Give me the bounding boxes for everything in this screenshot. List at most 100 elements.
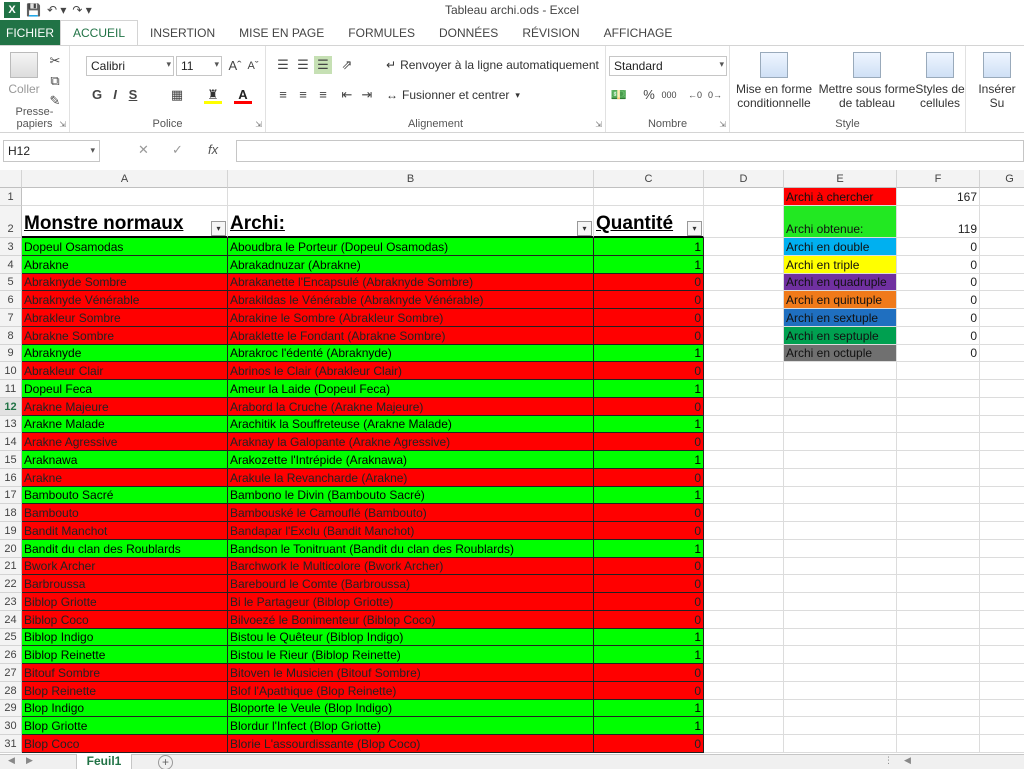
grid-cell[interactable] xyxy=(784,522,897,540)
align-top-icon[interactable]: ☰ xyxy=(274,56,292,74)
cell-a31[interactable]: Blop Coco xyxy=(22,735,228,753)
grow-font-icon[interactable]: Aˆ xyxy=(226,57,244,75)
cell-a15[interactable]: Araknawa xyxy=(22,451,228,469)
cell-a9[interactable]: Abraknyde xyxy=(22,344,228,363)
row-header-17[interactable]: 17 xyxy=(0,486,22,505)
cell-a20[interactable]: Bandit du clan des Roublards xyxy=(22,539,228,558)
grid-cell[interactable] xyxy=(980,611,1024,629)
grid-cell[interactable] xyxy=(980,291,1024,309)
grid-cell[interactable] xyxy=(784,468,897,487)
cell-c17[interactable]: 1 xyxy=(594,486,704,505)
row-header-7[interactable]: 7 xyxy=(0,309,22,327)
align-middle-icon[interactable]: ☰ xyxy=(294,56,312,74)
grid-cell[interactable] xyxy=(704,451,784,469)
alignment-launcher-icon[interactable]: ⇲ xyxy=(595,120,602,129)
grid-cell[interactable] xyxy=(897,664,980,682)
scroll-options-icon[interactable]: ⋮ xyxy=(884,755,893,766)
thousands-button[interactable]: 000 xyxy=(658,86,680,104)
grid-cell[interactable] xyxy=(980,433,1024,451)
filter-dropdown-icon[interactable]: ▾ xyxy=(577,221,592,236)
summary-label-4[interactable]: Archi en triple xyxy=(784,255,897,274)
summary-value-9[interactable]: 0 xyxy=(897,344,980,363)
cell-a30[interactable]: Blop Griotte xyxy=(22,717,228,735)
row-header-3[interactable]: 3 xyxy=(0,238,22,256)
cell-b23[interactable]: Bi le Partageur (Biblop Griotte) xyxy=(228,593,594,611)
row-header-2[interactable]: 2 xyxy=(0,206,22,238)
number-format-select[interactable]: Standard ▾ xyxy=(609,56,727,76)
grid-cell[interactable] xyxy=(704,468,784,487)
grid-cell[interactable] xyxy=(980,682,1024,700)
cell-c7[interactable]: 0 xyxy=(594,309,704,327)
merge-center-button[interactable]: ↔ Fusionner et centrer ▾ xyxy=(386,88,520,102)
grid-cell[interactable] xyxy=(704,255,784,274)
cell-c23[interactable]: 0 xyxy=(594,593,704,611)
cell-c22[interactable]: 0 xyxy=(594,575,704,593)
grid-cell[interactable] xyxy=(784,539,897,558)
grid-cell[interactable] xyxy=(704,380,784,398)
grid-cell[interactable] xyxy=(980,558,1024,576)
grid-cell[interactable] xyxy=(980,256,1024,274)
column-header-e[interactable]: E xyxy=(784,170,897,188)
cell-styles-button[interactable]: Styles de cellules xyxy=(914,52,966,110)
align-left-icon[interactable]: ≡ xyxy=(274,86,292,104)
grid-cell[interactable] xyxy=(980,238,1024,256)
increase-indent-icon[interactable]: ⇥ xyxy=(358,86,376,104)
grid-cell[interactable] xyxy=(897,539,980,558)
grid-cell[interactable] xyxy=(784,628,897,647)
summary-label-6[interactable]: Archi en quintuple xyxy=(784,291,897,309)
grid-cell[interactable] xyxy=(784,380,897,398)
cell-b12[interactable]: Arabord la Cruche (Arakne Majeure) xyxy=(228,397,594,416)
grid-cell[interactable] xyxy=(704,415,784,434)
cell-b29[interactable]: Bloporte le Veule (Blop Indigo) xyxy=(228,699,594,718)
grid-cell[interactable] xyxy=(704,522,784,540)
grid-cell[interactable] xyxy=(704,486,784,505)
prev-sheet-icon[interactable]: ◀ xyxy=(8,755,15,766)
grid-cell[interactable] xyxy=(784,362,897,380)
grid-cell[interactable] xyxy=(704,397,784,416)
cell-a14[interactable]: Arakne Agressive xyxy=(22,433,228,451)
summary-value-5[interactable]: 0 xyxy=(897,273,980,292)
cell-b30[interactable]: Blordur l'Infect (Blop Griotte) xyxy=(228,717,594,735)
grid-cell[interactable] xyxy=(980,522,1024,540)
column-header-b[interactable]: B xyxy=(228,170,594,188)
summary-label-8[interactable]: Archi en septuple xyxy=(784,326,897,345)
grid-cell[interactable] xyxy=(897,362,980,380)
cell-b9[interactable]: Abrakroc l'édenté (Abraknyde) xyxy=(228,344,594,363)
cell-c16[interactable]: 0 xyxy=(594,468,704,487)
cell-b6[interactable]: Abrakildas le Vénérable (Abraknyde Vénér… xyxy=(228,291,594,309)
row-header-6[interactable]: 6 xyxy=(0,291,22,309)
row-header-10[interactable]: 10 xyxy=(0,362,22,380)
cell-a3[interactable]: Dopeul Osamodas xyxy=(22,238,228,256)
font-color-icon[interactable]: A xyxy=(234,86,252,104)
grid-cell[interactable] xyxy=(897,610,980,629)
cell-a17[interactable]: Bambouto Sacré xyxy=(22,486,228,505)
grid-cell[interactable] xyxy=(784,415,897,434)
cell-c31[interactable]: 0 xyxy=(594,735,704,753)
grid-cell[interactable] xyxy=(704,539,784,558)
summary-value-1[interactable]: 167 xyxy=(897,188,980,206)
grid-cell[interactable] xyxy=(228,188,594,206)
cell-b20[interactable]: Bandson le Tonitruant (Bandit du clan de… xyxy=(228,539,594,558)
grid-cell[interactable] xyxy=(980,416,1024,434)
cell-b25[interactable]: Bistou le Quêteur (Biblop Indigo) xyxy=(228,628,594,647)
borders-icon[interactable]: ▦ xyxy=(168,86,186,104)
row-header-13[interactable]: 13 xyxy=(0,415,22,434)
grid-cell[interactable] xyxy=(897,557,980,576)
cell-b15[interactable]: Arakozette l'Intrépide (Araknawa) xyxy=(228,451,594,469)
cell-b18[interactable]: Bambouské le Camouflé (Bambouto) xyxy=(228,504,594,522)
grid-cell[interactable] xyxy=(897,575,980,593)
row-header-16[interactable]: 16 xyxy=(0,468,22,487)
cell-c13[interactable]: 1 xyxy=(594,415,704,434)
cell-b10[interactable]: Abrinos le Clair (Abrakleur Clair) xyxy=(228,362,594,380)
grid-cell[interactable] xyxy=(980,188,1024,206)
cell-c24[interactable]: 0 xyxy=(594,610,704,629)
grid-cell[interactable] xyxy=(704,362,784,380)
summary-label-7[interactable]: Archi en sextuple xyxy=(784,309,897,327)
cut-icon[interactable]: ✂ xyxy=(46,52,64,70)
insert-button[interactable]: Insérer Su xyxy=(970,52,1024,110)
cell-c21[interactable]: 0 xyxy=(594,557,704,576)
wrap-text-button[interactable]: ↵ Renvoyer à la ligne automatiquement xyxy=(386,58,599,72)
grid-cell[interactable] xyxy=(980,487,1024,505)
cell-a7[interactable]: Abrakleur Sombre xyxy=(22,309,228,327)
grid-cell[interactable] xyxy=(980,700,1024,718)
